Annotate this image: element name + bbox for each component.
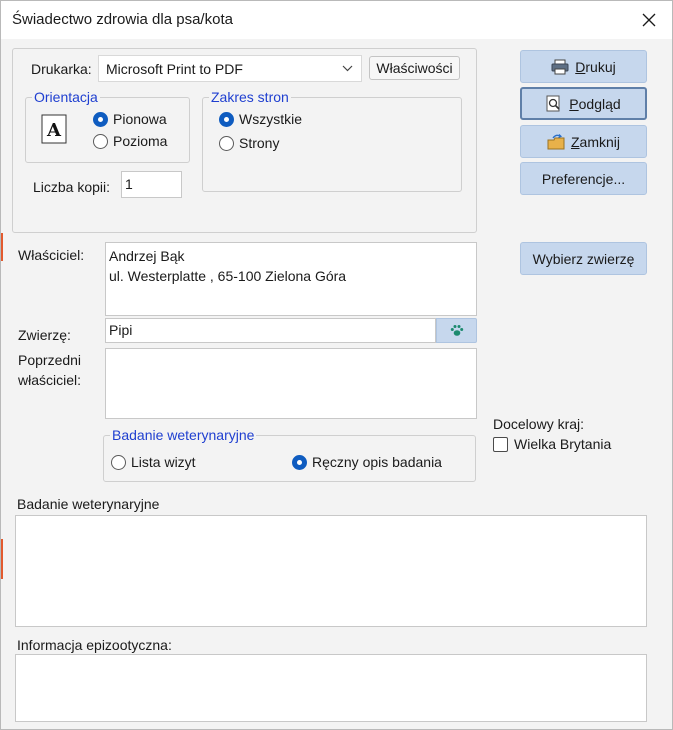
- epizootic-label: Informacja epizootyczna:: [17, 637, 172, 653]
- title-bar: Świadectwo zdrowia dla psa/kota: [1, 1, 672, 39]
- epizootic-textarea[interactable]: [15, 654, 647, 722]
- dialog-window: Świadectwo zdrowia dla psa/kota Drukarka…: [0, 0, 673, 730]
- animal-lookup-button[interactable]: [436, 318, 477, 343]
- edge-mark: [1, 539, 3, 579]
- previous-owner-label-line2: właściciel:: [18, 372, 82, 388]
- printer-select[interactable]: Microsoft Print to PDF: [98, 55, 362, 82]
- print-button[interactable]: Drukuj: [520, 50, 647, 83]
- printer-value: Microsoft Print to PDF: [106, 61, 243, 77]
- choose-animal-button[interactable]: Wybierz zwierzę: [520, 242, 647, 275]
- range-pages-radio[interactable]: Strony: [219, 135, 279, 151]
- owner-address: ul. Westerplatte , 65-100 Zielona Góra: [109, 268, 347, 284]
- checkbox-indicator: [493, 436, 508, 452]
- manual-description-radio[interactable]: Ręczny opis badania: [292, 454, 442, 470]
- destination-uk-checkbox[interactable]: Wielka Brytania: [493, 436, 611, 452]
- vet-exam-legend: Badanie weterynaryjne: [110, 426, 257, 444]
- preview-button-label: Podgląd: [569, 95, 621, 112]
- edge-mark: [1, 233, 3, 261]
- radio-indicator: [93, 133, 108, 149]
- copies-input[interactable]: 1: [121, 171, 182, 198]
- orientation-portrait-label: Pionowa: [113, 111, 167, 127]
- owner-textarea[interactable]: Andrzej Bąk ul. Westerplatte , 65-100 Zi…: [105, 242, 477, 316]
- chevron-down-icon: [342, 65, 353, 72]
- radio-indicator: [93, 111, 108, 127]
- previous-owner-label-line1: Poprzedni: [18, 352, 82, 368]
- svg-text:A: A: [46, 120, 62, 141]
- window-title: Świadectwo zdrowia dla psa/kota: [12, 11, 233, 28]
- visit-list-label: Lista wizyt: [131, 454, 196, 470]
- print-button-label: Drukuj: [575, 58, 616, 75]
- magnifier-page-icon: [546, 95, 560, 111]
- preferences-button[interactable]: Preferencje...: [520, 162, 647, 195]
- animal-label: Zwierzę:: [18, 327, 71, 343]
- printer-label: Drukarka:: [31, 61, 92, 77]
- radio-indicator: [219, 135, 234, 151]
- preview-button[interactable]: Podgląd: [520, 87, 647, 120]
- range-all-radio[interactable]: Wszystkie: [219, 111, 302, 127]
- radio-indicator: [219, 111, 234, 127]
- orientation-landscape-radio[interactable]: Pozioma: [93, 133, 167, 149]
- copies-label: Liczba kopii:: [33, 179, 111, 195]
- close-button-label: Zamknij: [570, 133, 621, 150]
- owner-name: Andrzej Bąk: [109, 248, 185, 264]
- paw-icon: [450, 325, 463, 336]
- portrait-page-icon: A: [41, 114, 67, 144]
- destination-uk-label: Wielka Brytania: [514, 436, 612, 452]
- properties-button[interactable]: Właściwości: [369, 56, 460, 80]
- owner-label: Właściciel:: [18, 247, 85, 263]
- exam-text-label: Badanie weterynaryjne: [17, 496, 160, 512]
- window-close-button[interactable]: [626, 1, 672, 39]
- visit-list-radio[interactable]: Lista wizyt: [111, 454, 196, 470]
- range-pages-label: Strony: [239, 135, 280, 151]
- orientation-legend: Orientacja: [32, 88, 100, 106]
- close-icon: [642, 13, 656, 27]
- destination-label: Docelowy kraj:: [493, 416, 585, 432]
- printer-icon: [551, 59, 569, 74]
- animal-input[interactable]: Pipi: [105, 318, 436, 343]
- orientation-portrait-radio[interactable]: Pionowa: [93, 111, 167, 127]
- manual-description-label: Ręczny opis badania: [312, 454, 442, 470]
- page-range-legend: Zakres stron: [209, 88, 291, 106]
- range-all-label: Wszystkie: [239, 111, 302, 127]
- exam-textarea[interactable]: [15, 515, 647, 627]
- previous-owner-textarea[interactable]: [105, 348, 477, 419]
- exit-folder-icon: [547, 133, 565, 149]
- radio-indicator: [292, 454, 307, 470]
- close-button[interactable]: Zamknij: [520, 125, 647, 158]
- radio-indicator: [111, 454, 126, 470]
- orientation-landscape-label: Pozioma: [113, 133, 168, 149]
